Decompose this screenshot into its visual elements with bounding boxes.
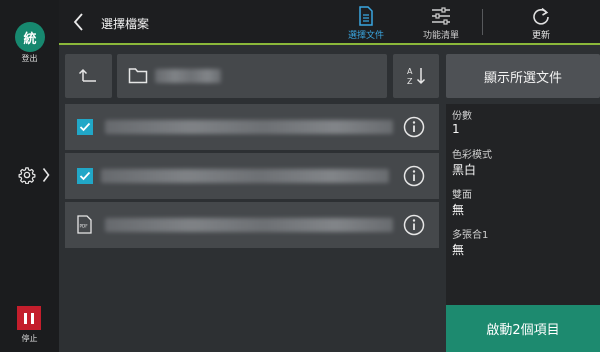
- n-up-value[interactable]: 無: [452, 241, 464, 258]
- n-up-label: 多張合1: [452, 230, 489, 241]
- svg-text:PDF: PDF: [80, 224, 89, 229]
- svg-text:A: A: [407, 67, 413, 76]
- refresh-button[interactable]: 更新: [510, 6, 572, 41]
- sort-az-icon: A Z: [406, 65, 428, 91]
- user-avatar[interactable]: 統: [15, 22, 45, 52]
- parent-folder-button[interactable]: [65, 54, 112, 98]
- start-button[interactable]: 啟動2個項目: [446, 305, 600, 352]
- back-button[interactable]: [70, 11, 88, 33]
- gear-icon: [18, 166, 36, 184]
- copies-value[interactable]: 1: [452, 122, 460, 136]
- chevron-left-icon: [70, 13, 88, 37]
- checkbox-checked-icon[interactable]: [77, 168, 93, 184]
- chevron-right-icon: [42, 167, 50, 183]
- function-list-label: 功能清單: [422, 31, 459, 41]
- sort-button[interactable]: A Z: [393, 54, 439, 98]
- stop-label: 停止: [21, 334, 38, 343]
- file-name-blurred: [105, 120, 393, 134]
- select-document-button[interactable]: 選擇文件: [335, 6, 397, 41]
- file-name-blurred: [101, 169, 389, 183]
- refresh-icon: [510, 6, 572, 26]
- info-icon[interactable]: [403, 214, 425, 236]
- show-selected-button[interactable]: 顯示所選文件: [446, 54, 600, 98]
- select-document-label: 選擇文件: [347, 31, 384, 41]
- refresh-label: 更新: [531, 31, 550, 41]
- file-row[interactable]: [65, 104, 439, 150]
- checkbox-checked-icon[interactable]: [77, 119, 93, 135]
- color-mode-label: 色彩模式: [452, 150, 492, 161]
- folder-icon: [128, 67, 148, 88]
- stop-button[interactable]: [17, 306, 41, 330]
- sliders-icon: [410, 6, 472, 26]
- header-divider: [482, 9, 483, 35]
- print-settings-panel: [446, 104, 600, 305]
- file-row[interactable]: [65, 153, 439, 199]
- svg-text:Z: Z: [407, 77, 413, 86]
- header-underline: [59, 43, 600, 45]
- info-icon[interactable]: [403, 116, 425, 138]
- pause-bar: [31, 312, 34, 324]
- page-title: 選擇檔案: [101, 17, 150, 31]
- file-name-blurred: [105, 218, 393, 232]
- folder-path-text-blurred: [155, 69, 221, 83]
- file-row[interactable]: PDF: [65, 202, 439, 248]
- pause-bar: [24, 312, 27, 324]
- up-arrow-icon: [78, 67, 98, 89]
- duplex-label: 雙面: [452, 190, 472, 201]
- copies-label: 份數: [452, 111, 472, 122]
- folder-path-bar: [117, 54, 387, 98]
- info-icon[interactable]: [403, 165, 425, 187]
- duplex-value[interactable]: 無: [452, 201, 464, 218]
- color-mode-value[interactable]: 黑白: [452, 161, 476, 178]
- function-list-button[interactable]: 功能清單: [410, 6, 472, 41]
- settings-toggle[interactable]: [18, 164, 58, 186]
- print-from-file-screen: 統 登出 停止 選擇檔案 選擇文件 功能清單 更新 A Z 顯示所選文件 PDF…: [0, 0, 600, 352]
- logout-label[interactable]: 登出: [0, 53, 59, 64]
- pdf-icon: PDF: [77, 215, 92, 234]
- document-icon: [335, 6, 397, 26]
- left-rail: 統 登出 停止: [0, 0, 59, 352]
